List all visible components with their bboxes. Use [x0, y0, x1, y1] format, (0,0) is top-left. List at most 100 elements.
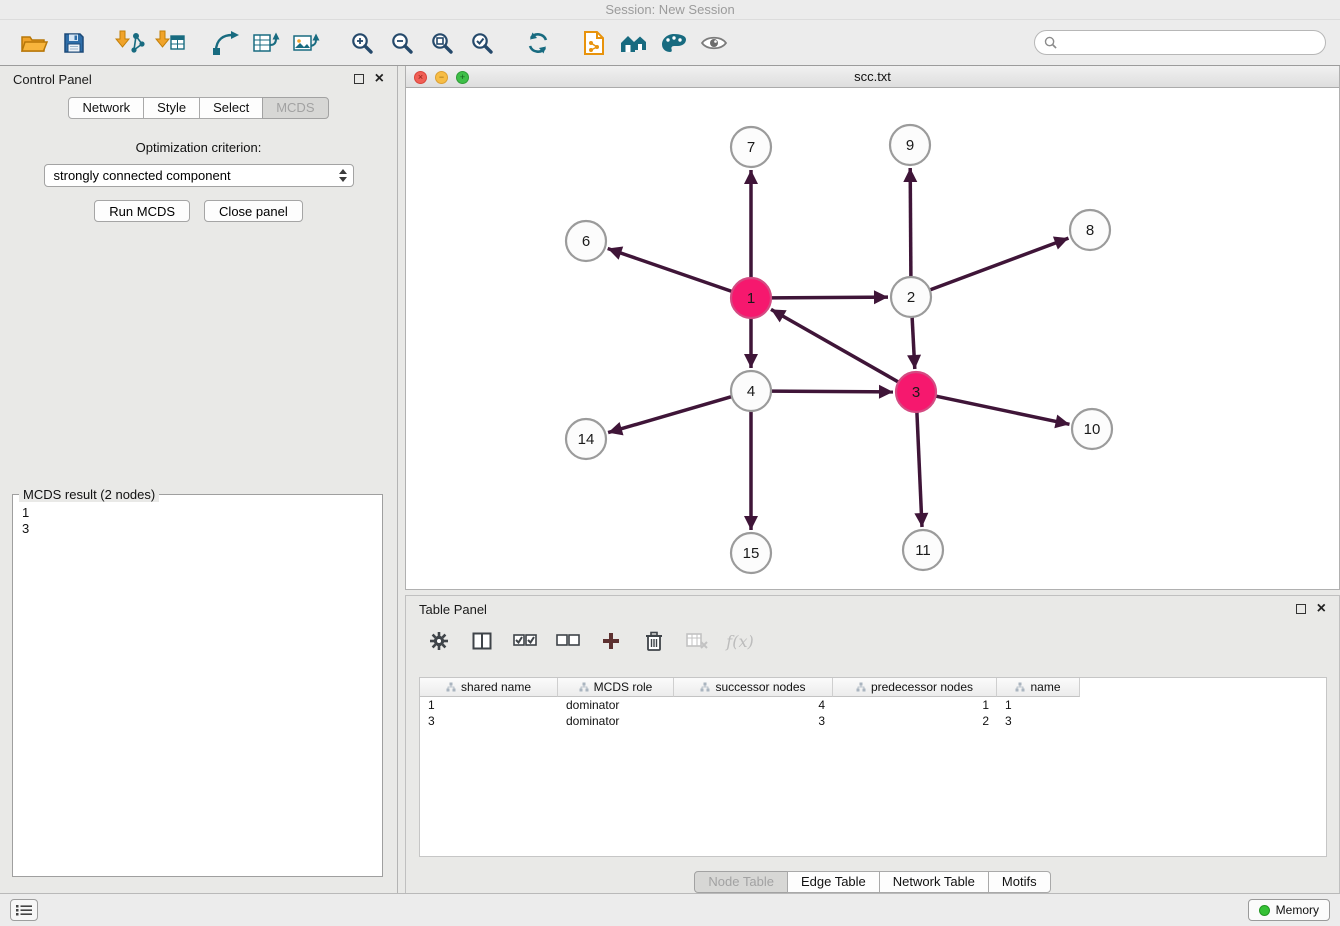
node-8[interactable]: 8 [1070, 210, 1110, 250]
edge-3-11[interactable] [917, 412, 922, 527]
search-input[interactable] [1063, 35, 1316, 50]
network-graph[interactable]: 7 9 6 8 1 2 4 3 14 10 15 11 [406, 89, 1340, 590]
search-icon [1044, 36, 1057, 49]
close-panel-button[interactable]: Close panel [204, 200, 303, 222]
tab-network-table[interactable]: Network Table [879, 871, 989, 893]
table-row[interactable]: 3dominator323 [420, 713, 1326, 729]
export-image-button[interactable] [286, 23, 326, 63]
table-panel-title: Table Panel [419, 602, 487, 617]
node-2[interactable]: 2 [891, 277, 931, 317]
function-builder-button[interactable]: f(x) [726, 627, 754, 655]
delete-button[interactable] [640, 627, 668, 655]
run-mcds-button[interactable]: Run MCDS [94, 200, 190, 222]
home-button[interactable] [614, 23, 654, 63]
network-document-button[interactable] [574, 23, 614, 63]
node-15[interactable]: 15 [731, 533, 771, 573]
zoom-out-button[interactable] [382, 23, 422, 63]
memory-button[interactable]: Memory [1248, 899, 1330, 921]
command-panel-button[interactable] [10, 899, 38, 921]
node-1[interactable]: 1 [731, 278, 771, 318]
node-14[interactable]: 14 [566, 419, 606, 459]
node-4[interactable]: 4 [731, 371, 771, 411]
table-cell: 1 [833, 697, 997, 713]
tab-select[interactable]: Select [199, 97, 263, 119]
maximize-window-icon[interactable]: + [456, 71, 469, 84]
column-header-successor-nodes[interactable]: successor nodes [674, 678, 833, 697]
show-columns-button[interactable] [468, 627, 496, 655]
node-6[interactable]: 6 [566, 221, 606, 261]
mcds-result-title: MCDS result (2 nodes) [19, 487, 159, 502]
edge-4-14[interactable] [608, 397, 732, 433]
open-session-button[interactable] [14, 23, 54, 63]
zoom-in-icon [350, 31, 374, 55]
refresh-icon [525, 31, 551, 55]
mcds-result-line: 3 [13, 521, 382, 537]
show-graphics-details-button[interactable] [694, 23, 734, 63]
tab-motifs[interactable]: Motifs [988, 871, 1051, 893]
edge-4-3[interactable] [771, 391, 893, 392]
deselect-all-button[interactable] [554, 627, 582, 655]
column-header-MCDS-role[interactable]: MCDS role [558, 678, 674, 697]
edge-2-3[interactable] [912, 317, 915, 369]
tab-node-table[interactable]: Node Table [694, 871, 788, 893]
window-titlebar: Session: New Session [0, 0, 1340, 20]
table-panel-close-icon[interactable]: × [1317, 603, 1326, 615]
zoom-fit-button[interactable] [422, 23, 462, 63]
minimize-window-icon[interactable]: − [435, 71, 448, 84]
node-table-body: 1dominator4113dominator323 [420, 697, 1326, 729]
control-panel-close-icon[interactable]: × [375, 73, 384, 85]
first-neighbors-icon [212, 30, 240, 56]
table-panel-header: Table Panel × [406, 596, 1339, 622]
column-header-shared-name[interactable]: shared name [420, 678, 558, 697]
table-row[interactable]: 1dominator411 [420, 697, 1326, 713]
column-header-name[interactable]: name [997, 678, 1080, 697]
node-9[interactable]: 9 [890, 125, 930, 165]
gear-button[interactable] [425, 627, 453, 655]
column-header-predecessor-nodes[interactable]: predecessor nodes [833, 678, 997, 697]
add-row-button[interactable] [597, 627, 625, 655]
edge-1-6[interactable] [608, 249, 732, 292]
table-cell: 2 [833, 713, 997, 729]
column-attribute-icon [579, 682, 589, 692]
node-label: 15 [743, 545, 760, 562]
select-all-button[interactable] [511, 627, 539, 655]
table-panel-float-icon[interactable] [1296, 604, 1306, 614]
delete-columns-button[interactable] [683, 627, 711, 655]
node-7[interactable]: 7 [731, 127, 771, 167]
import-network-button[interactable] [110, 23, 150, 63]
save-session-button[interactable] [54, 23, 94, 63]
edge-2-9[interactable] [910, 168, 911, 277]
show-columns-icon [472, 632, 492, 650]
main-area: Control Panel × NetworkStyleSelectMCDS O… [0, 66, 1340, 893]
tab-network[interactable]: Network [68, 97, 144, 119]
edge-2-8[interactable] [930, 238, 1069, 290]
memory-label: Memory [1276, 903, 1319, 917]
new-network-from-selection-button[interactable] [246, 23, 286, 63]
node-label: 2 [907, 289, 915, 306]
zoom-selected-button[interactable] [462, 23, 502, 63]
zoom-in-button[interactable] [342, 23, 382, 63]
node-label: 7 [747, 139, 755, 156]
criterion-select[interactable]: strongly connected component [44, 164, 354, 187]
column-attribute-icon [856, 682, 866, 692]
import-table-button[interactable] [150, 23, 190, 63]
control-panel-float-icon[interactable] [354, 74, 364, 84]
edge-1-2[interactable] [771, 297, 888, 298]
close-window-icon[interactable]: × [414, 71, 427, 84]
edge-3-10[interactable] [936, 396, 1070, 424]
node-11[interactable]: 11 [903, 530, 943, 570]
edge-3-1[interactable] [771, 309, 899, 382]
tab-edge-table[interactable]: Edge Table [787, 871, 880, 893]
node-label: 11 [915, 542, 931, 559]
node-10[interactable]: 10 [1072, 409, 1112, 449]
tab-style[interactable]: Style [143, 97, 200, 119]
apply-style-button[interactable] [654, 23, 694, 63]
column-attribute-icon [446, 682, 456, 692]
tab-mcds[interactable]: MCDS [262, 97, 328, 119]
node-3[interactable]: 3 [896, 372, 936, 412]
new-network-from-selection-icon [252, 30, 280, 56]
first-neighbors-button[interactable] [206, 23, 246, 63]
network-canvas[interactable]: 7 9 6 8 1 2 4 3 14 10 15 11 [406, 89, 1339, 589]
table-toolbar: f(x) [406, 622, 1339, 660]
refresh-button[interactable] [518, 23, 558, 63]
